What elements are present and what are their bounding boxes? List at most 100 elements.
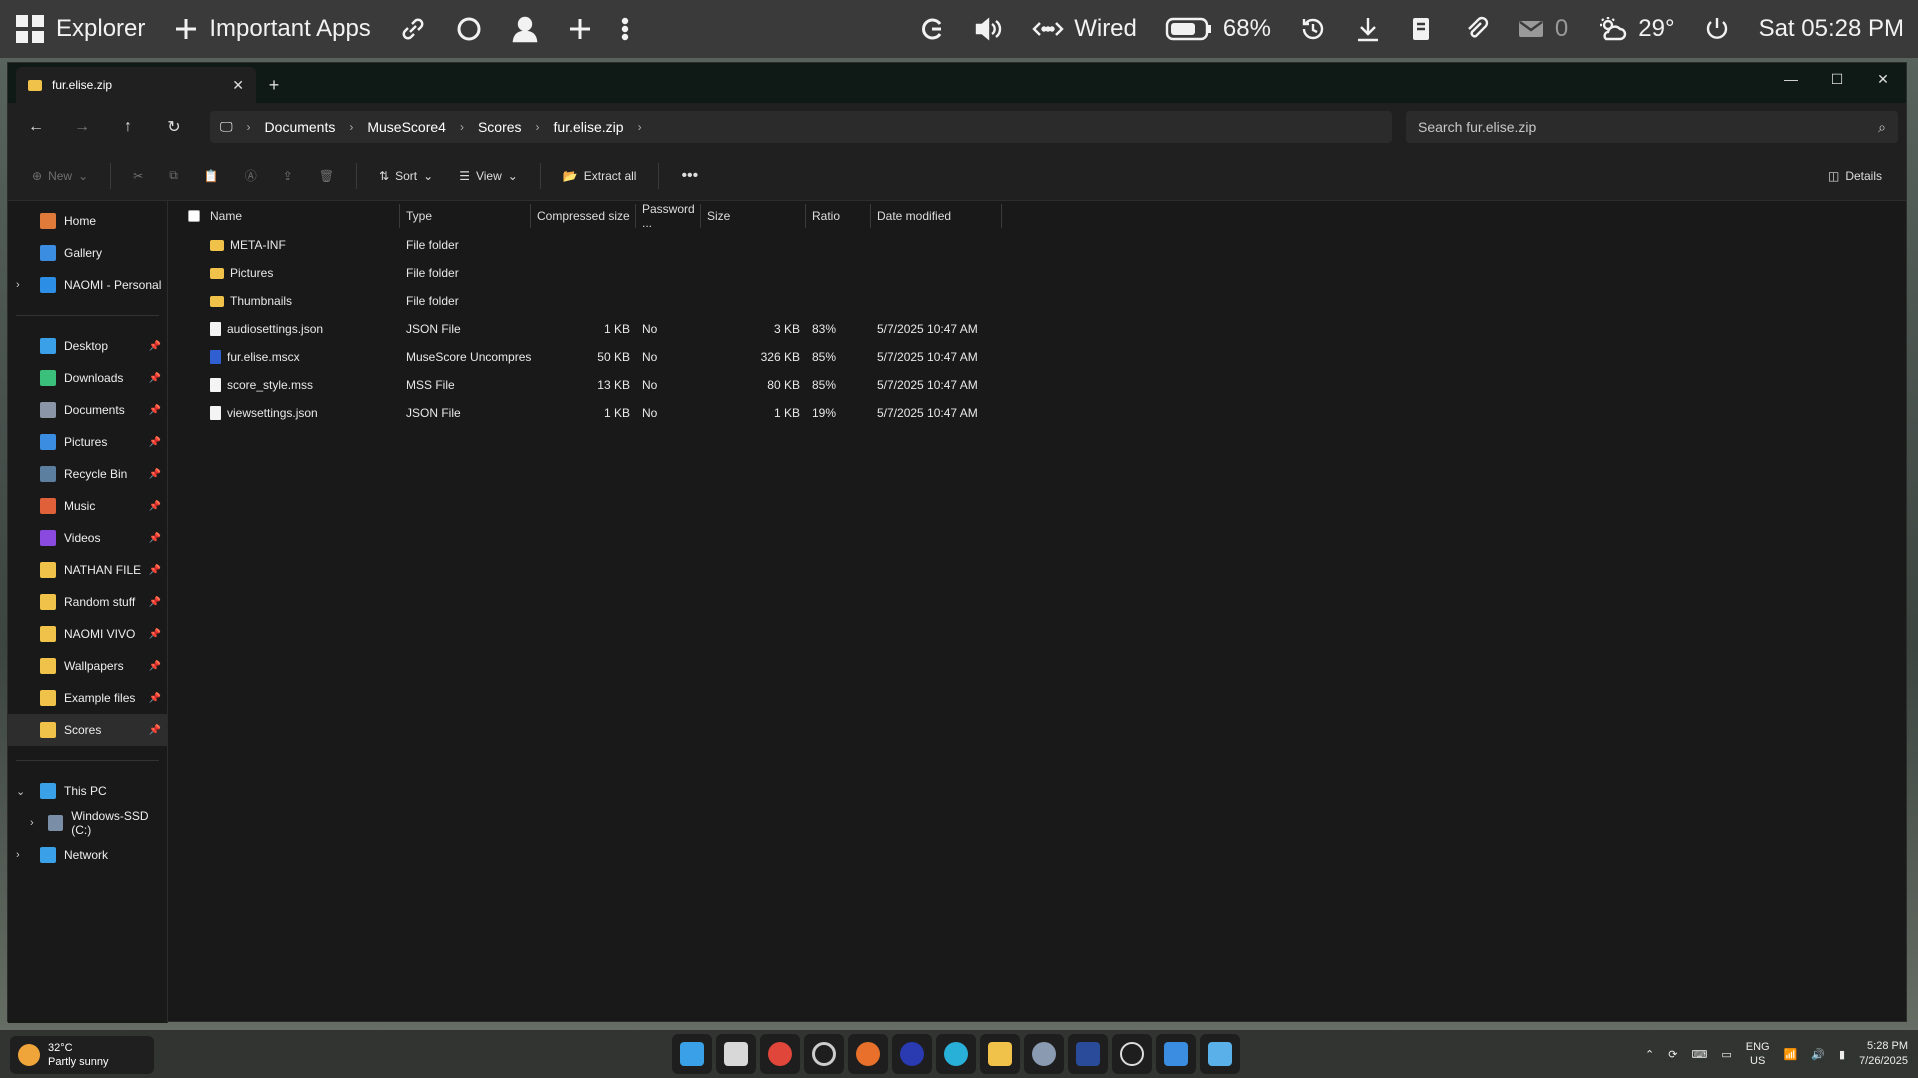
- sidebar-item-recycle-bin[interactable]: Recycle Bin 📌: [8, 458, 167, 490]
- minimize-button[interactable]: —: [1768, 63, 1814, 95]
- weather-widget[interactable]: 32°C Partly sunny: [10, 1036, 154, 1074]
- search-input[interactable]: Search fur.elise.zip ⌕: [1406, 111, 1898, 143]
- pin-icon[interactable]: 📌: [149, 373, 161, 384]
- pin-icon[interactable]: 📌: [149, 501, 161, 512]
- clock[interactable]: Sat 05:28 PM: [1745, 0, 1918, 58]
- sidebar-item-naomi-personal[interactable]: › NAOMI - Personal: [8, 269, 167, 301]
- sidebar-item-nathan-file[interactable]: NATHAN FILE 📌: [8, 554, 167, 586]
- chevron-down-icon[interactable]: ⌄: [16, 785, 25, 798]
- task-view-button[interactable]: [716, 1034, 756, 1074]
- firefox-app[interactable]: [848, 1034, 888, 1074]
- chevron-right-icon[interactable]: ›: [16, 279, 20, 291]
- close-window-button[interactable]: ✕: [1860, 63, 1906, 95]
- sidebar-item-network[interactable]: › Network: [8, 839, 167, 871]
- volume-icon[interactable]: [960, 0, 1018, 58]
- sidebar-item-pictures[interactable]: Pictures 📌: [8, 426, 167, 458]
- copy-button[interactable]: ⧉: [159, 160, 188, 192]
- chevron-right-icon[interactable]: ›: [16, 849, 20, 861]
- select-all-checkbox[interactable]: [188, 210, 200, 222]
- circle-app[interactable]: [804, 1034, 844, 1074]
- sidebar-item-wallpapers[interactable]: Wallpapers 📌: [8, 650, 167, 682]
- network-status[interactable]: Wired: [1018, 0, 1151, 58]
- link-icon[interactable]: [385, 0, 441, 58]
- table-row[interactable]: score_style.mss MSS File 13 KB No 80 KB 85% 5/…: [188, 371, 1906, 399]
- weather-status[interactable]: 29°: [1582, 0, 1688, 58]
- notes-icon[interactable]: [1395, 0, 1449, 58]
- history-icon[interactable]: [1285, 0, 1341, 58]
- chevron-right-icon[interactable]: ›: [638, 120, 642, 134]
- table-row[interactable]: fur.elise.mscx MuseScore Uncompresse... 50…: [188, 343, 1906, 371]
- column-header-type[interactable]: Type: [400, 204, 531, 228]
- sidebar-item-documents[interactable]: Documents 📌: [8, 394, 167, 426]
- new-tab-button[interactable]: +: [256, 67, 292, 103]
- share-button[interactable]: ⇪: [273, 160, 303, 192]
- pin-icon[interactable]: 📌: [149, 565, 161, 576]
- start-button[interactable]: [672, 1034, 712, 1074]
- sidebar-item-this-pc[interactable]: ⌄ This PC: [8, 775, 167, 807]
- pin-icon[interactable]: 📌: [149, 725, 161, 736]
- more-vertical-icon[interactable]: [607, 0, 643, 58]
- column-header-name[interactable]: Name: [204, 204, 400, 228]
- chevron-right-icon[interactable]: ›: [536, 120, 540, 134]
- table-row[interactable]: META-INF File folder: [188, 231, 1906, 259]
- address-bar[interactable]: 🖵 › Documents › MuseScore4 › Scores › fu…: [210, 111, 1392, 143]
- pin-icon[interactable]: 📌: [149, 437, 161, 448]
- edge-app[interactable]: [936, 1034, 976, 1074]
- pin-icon[interactable]: 📌: [149, 469, 161, 480]
- cut-button[interactable]: ✂: [123, 160, 153, 192]
- up-button[interactable]: ↑: [108, 111, 148, 143]
- display-icon[interactable]: ▭: [1721, 1048, 1731, 1061]
- taskbar-clock[interactable]: 5:28 PM 7/26/2025: [1859, 1039, 1908, 1069]
- important-apps-menu[interactable]: Important Apps: [159, 0, 384, 58]
- breadcrumb-documents[interactable]: Documents: [265, 119, 336, 135]
- important-apps-label[interactable]: Important Apps: [209, 15, 370, 43]
- battery-status[interactable]: 68%: [1151, 0, 1285, 58]
- table-row[interactable]: Thumbnails File folder: [188, 287, 1906, 315]
- circle-icon[interactable]: [441, 0, 497, 58]
- sidebar-item-music[interactable]: Music 📌: [8, 490, 167, 522]
- more-options-button[interactable]: •••: [671, 160, 708, 192]
- rename-button[interactable]: Ⓐ: [235, 160, 267, 192]
- column-header-compressed-size[interactable]: Compressed size: [531, 204, 636, 228]
- view-button[interactable]: ☰ View ⌄: [449, 160, 528, 192]
- chevron-right-icon[interactable]: ›: [349, 120, 353, 134]
- tab-fur-elise-zip[interactable]: fur.elise.zip ✕: [16, 67, 256, 103]
- column-header-password[interactable]: Password ...: [636, 202, 701, 230]
- paste-button[interactable]: 📋: [194, 160, 229, 192]
- speaker-icon[interactable]: 🔊: [1811, 1048, 1825, 1061]
- pin-icon[interactable]: 📌: [149, 661, 161, 672]
- download-icon[interactable]: [1341, 0, 1395, 58]
- chatgpt-app[interactable]: [1112, 1034, 1152, 1074]
- table-row[interactable]: audiosettings.json JSON File 1 KB No 3 KB 83%…: [188, 315, 1906, 343]
- paperclip-icon[interactable]: [1449, 0, 1503, 58]
- active-app-name[interactable]: Explorer: [56, 15, 145, 43]
- details-button[interactable]: ◫ Details: [1818, 160, 1892, 192]
- new-button[interactable]: ⊕ New ⌄: [22, 160, 98, 192]
- sidebar-item-scores[interactable]: Scores 📌: [8, 714, 167, 746]
- sort-button[interactable]: ⇅ Sort ⌄: [369, 160, 443, 192]
- sidebar-item-home[interactable]: Home: [8, 205, 167, 237]
- store-app[interactable]: [1156, 1034, 1196, 1074]
- chrome-app[interactable]: [760, 1034, 800, 1074]
- back-button[interactable]: ←: [16, 111, 56, 143]
- windows-logo-icon[interactable]: Explorer: [0, 0, 159, 58]
- pin-icon[interactable]: 📌: [149, 629, 161, 640]
- refresh-button[interactable]: ↻: [154, 111, 194, 143]
- mail-status[interactable]: 0: [1503, 0, 1582, 58]
- chevron-right-icon[interactable]: ›: [30, 817, 34, 829]
- sidebar-item-windows-ssd-c[interactable]: › Windows-SSD (C:): [8, 807, 167, 839]
- keyboard-icon[interactable]: ⌨: [1691, 1048, 1707, 1061]
- breadcrumb-fur-elise-zip[interactable]: fur.elise.zip: [554, 119, 624, 135]
- shazam-app[interactable]: [892, 1034, 932, 1074]
- sidebar-item-downloads[interactable]: Downloads 📌: [8, 362, 167, 394]
- breadcrumb-scores[interactable]: Scores: [478, 119, 522, 135]
- sidebar-item-naomi-vivo[interactable]: NAOMI VIVO 📌: [8, 618, 167, 650]
- chevron-right-icon[interactable]: ›: [460, 120, 464, 134]
- chevron-up-icon[interactable]: ⌃: [1645, 1048, 1654, 1061]
- column-header-ratio[interactable]: Ratio: [806, 204, 871, 228]
- sidebar-item-gallery[interactable]: Gallery: [8, 237, 167, 269]
- pin-icon[interactable]: 📌: [149, 533, 161, 544]
- wifi-icon[interactable]: 📶: [1784, 1048, 1798, 1061]
- battery-icon[interactable]: ▮: [1839, 1048, 1845, 1061]
- breadcrumb-musescore4[interactable]: MuseScore4: [367, 119, 446, 135]
